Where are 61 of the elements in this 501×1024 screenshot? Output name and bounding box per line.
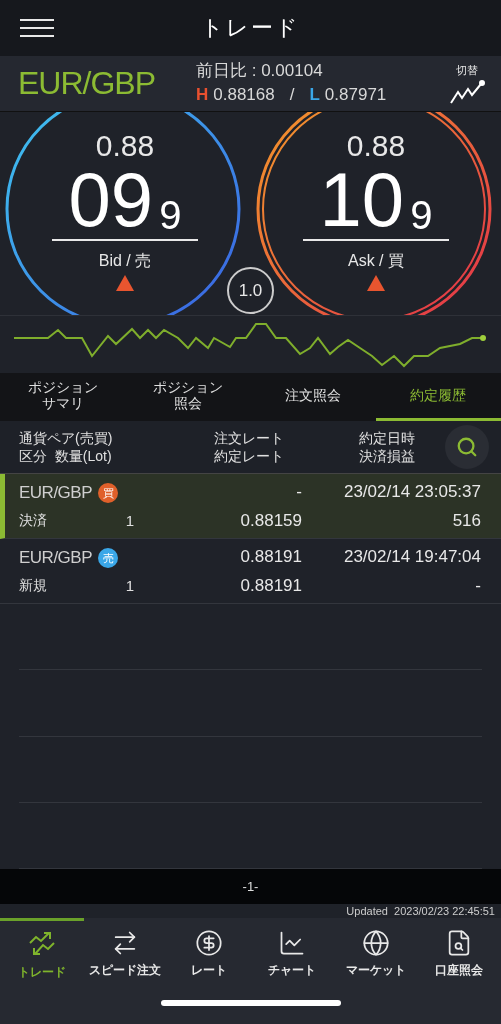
price-digits: 09	[68, 164, 154, 235]
price-prefix: 0.88	[346, 128, 406, 163]
search-button[interactable]	[445, 425, 489, 470]
nav-tab[interactable]: チャート	[250, 918, 334, 983]
order-rate: 0.88191	[240, 545, 302, 568]
tab[interactable]: ポジション サマリ	[0, 372, 126, 422]
nav-tab[interactable]: トレード	[0, 918, 84, 983]
low-mark: L	[309, 84, 320, 107]
fill-rate: 0.88191	[240, 575, 302, 598]
separator: /	[289, 84, 295, 107]
column-heading: 通貨ペア(売買)	[19, 429, 114, 448]
trade-datetime: 23/02/14 19:47:04	[343, 545, 481, 568]
currency-pair: EUR/GBP	[18, 64, 157, 104]
side-badge: 売	[98, 548, 119, 568]
price-digits: 10	[319, 164, 405, 235]
trade-row[interactable]: EUR/GBP 買 決済 1 - 0.88159 23/02/14 23:05:37 516	[0, 474, 501, 540]
column-heading: 約定日時	[359, 429, 416, 448]
lot-count: 1	[125, 575, 134, 596]
coin-icon	[194, 929, 223, 958]
updated-time: Updated 2023/02/23 22:45:51	[346, 905, 495, 918]
window-title: トレード	[201, 14, 300, 43]
lot-button[interactable]: 1.0	[227, 266, 274, 314]
side-badge: 買	[98, 483, 119, 504]
nav-tab[interactable]: レート	[167, 918, 251, 983]
price-button[interactable]: 10 9	[303, 164, 449, 241]
trade-type: 決済	[19, 510, 47, 530]
column-heading: 注文レート	[214, 429, 285, 448]
tab[interactable]: 注文照会	[250, 372, 376, 422]
tab[interactable]: ポジション 照会	[125, 372, 251, 422]
price-prefix: 0.88	[95, 128, 155, 163]
nav-tab[interactable]: 口座照会	[417, 918, 501, 983]
trade-row[interactable]: EUR/GBP 売 新規 1 0.88191 0.88191 23/02/14 19:47:04 -	[0, 539, 501, 605]
price-label: Ask / 買	[348, 250, 404, 271]
price-pip: 9	[410, 194, 433, 235]
order-rate: -	[296, 480, 302, 503]
trade-type: 新規	[19, 575, 47, 595]
lot-count: 1	[125, 510, 134, 531]
currency-pair: EUR/GBP	[19, 482, 93, 505]
daily-change: 前日比 : 0.00104	[196, 60, 324, 83]
search-icon	[456, 436, 478, 459]
trade-datetime: 23/02/14 23:05:37	[343, 480, 481, 503]
column-heading: 区分 数量(Lot)	[19, 447, 113, 466]
column-heading: 決済損益	[359, 447, 416, 466]
line-chart-icon	[449, 78, 485, 105]
globe-icon	[361, 929, 390, 958]
high-mark: H	[196, 84, 209, 107]
column-heading: 約定レート	[214, 447, 285, 466]
price-label: Bid / 売	[98, 250, 152, 271]
fill-rate: 0.88159	[240, 510, 302, 533]
low-price: 0.87971	[324, 84, 387, 107]
high-price: 0.88168	[213, 84, 275, 107]
page-number: -1-	[242, 877, 259, 896]
currency-pair: EUR/GBP	[19, 547, 93, 570]
switch-button[interactable]: 切替	[449, 62, 485, 105]
profit-loss: -	[475, 575, 481, 598]
price-pip: 9	[159, 194, 182, 235]
menu-icon[interactable]	[20, 17, 54, 38]
nav-tab[interactable]: マーケット	[334, 918, 418, 983]
price-button[interactable]: 09 9	[52, 164, 198, 241]
profit-loss: 516	[452, 510, 481, 533]
nav-tab[interactable]: スピード注文	[83, 918, 167, 983]
